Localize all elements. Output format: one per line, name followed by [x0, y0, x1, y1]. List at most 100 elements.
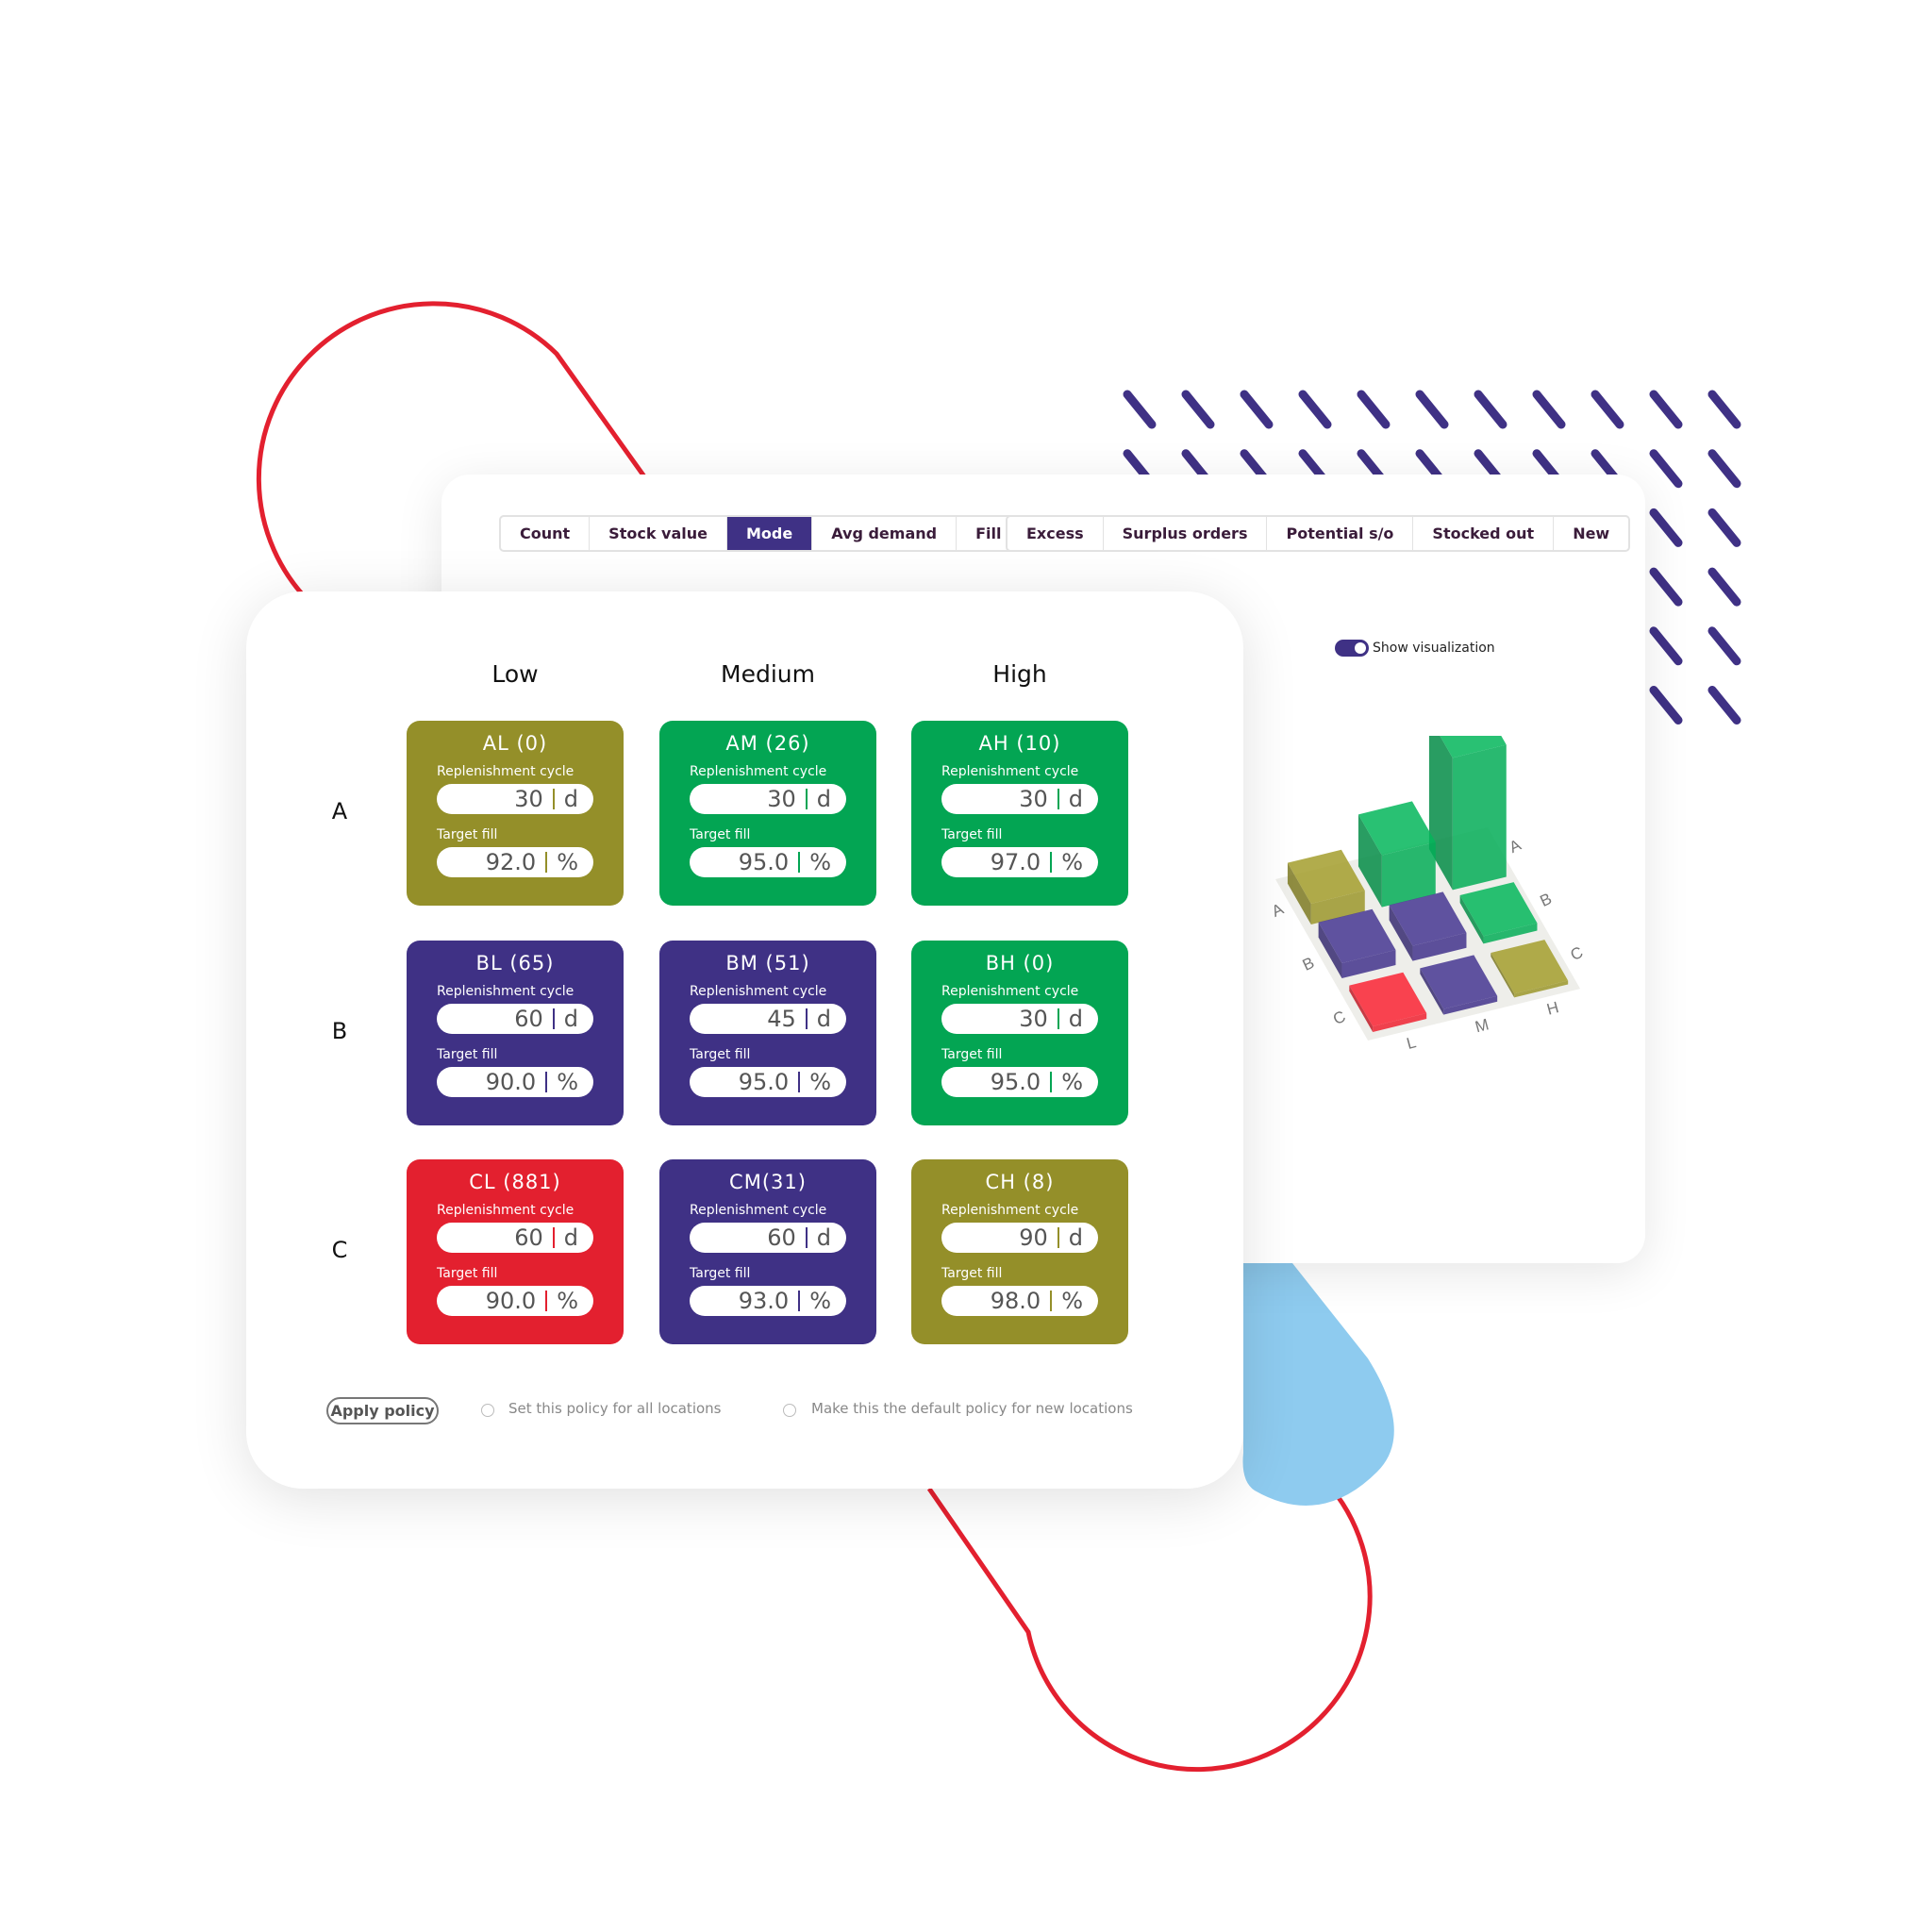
replenishment-cycle-value: 60 [767, 1224, 796, 1251]
column-header-high: High [992, 660, 1047, 688]
target-fill-label: Target fill [437, 1266, 498, 1281]
target-fill-input[interactable]: 95.0% [690, 1067, 846, 1097]
replenishment-cycle-value: 60 [514, 1224, 543, 1251]
column-header-medium: Medium [721, 660, 815, 688]
target-fill-input[interactable]: 93.0% [690, 1286, 846, 1316]
target-fill-input[interactable]: 92.0% [437, 847, 593, 877]
replenishment-cycle-label: Replenishment cycle [941, 984, 1079, 999]
unit-separator [1050, 1072, 1053, 1092]
cell-code: BM (51) [725, 952, 810, 974]
target-fill-label: Target fill [941, 1047, 1003, 1062]
target-fill-input[interactable]: 98.0% [941, 1286, 1098, 1316]
unit-separator [798, 1291, 801, 1311]
replenishment-cycle-unit: d [563, 786, 578, 812]
unit-separator [798, 852, 801, 873]
replenishment-cycle-input[interactable]: 60 d [690, 1223, 846, 1253]
unit-separator [552, 789, 555, 809]
replenishment-cycle-input[interactable]: 30 d [437, 784, 593, 814]
target-fill-value: 95.0 [990, 1069, 1041, 1095]
dash-mark [1649, 686, 1683, 724]
unit-separator [1050, 852, 1053, 873]
cell-code: CH (8) [985, 1171, 1055, 1193]
unit-separator [545, 1291, 548, 1311]
viz-row-label: C [1330, 1008, 1348, 1028]
show-visualization-toggle[interactable] [1335, 640, 1369, 657]
replenishment-cycle-input[interactable]: 30 d [941, 1004, 1098, 1034]
viz-col-label: M [1474, 1015, 1491, 1036]
replenishment-cycle-label: Replenishment cycle [690, 984, 827, 999]
dash-mark [1649, 508, 1683, 547]
cell-code: AH (10) [978, 732, 1061, 755]
apply-policy-button[interactable]: Apply policy [326, 1397, 439, 1424]
replenishment-cycle-value: 30 [1019, 786, 1048, 812]
target-fill-input[interactable]: 95.0% [941, 1067, 1098, 1097]
replenishment-cycle-input[interactable]: 45 d [690, 1004, 846, 1034]
all-locations-label: Set this policy for all locations [508, 1400, 722, 1417]
replenishment-cycle-value: 90 [1019, 1224, 1048, 1251]
tab-count[interactable]: Count [501, 517, 591, 550]
viz-col-label: H [1545, 998, 1561, 1019]
dash-mark [1298, 390, 1332, 429]
target-fill-input[interactable]: 90.0% [437, 1067, 593, 1097]
viz-row-label: B [1538, 890, 1555, 910]
row-header-b: B [331, 1018, 348, 1044]
tab-avg-demand[interactable]: Avg demand [812, 517, 958, 550]
target-fill-input[interactable]: 95.0% [690, 847, 846, 877]
target-fill-unit: % [809, 1069, 831, 1095]
replenishment-cycle-value: 60 [514, 1006, 543, 1032]
target-fill-label: Target fill [437, 1047, 498, 1062]
replenishment-cycle-label: Replenishment cycle [690, 1203, 827, 1218]
replenishment-cycle-input[interactable]: 60 d [437, 1004, 593, 1034]
target-fill-input[interactable]: 90.0% [437, 1286, 593, 1316]
policy-cell: CL (881) Replenishment cycle 60 d Target fil… [407, 1159, 624, 1344]
dash-mark [1649, 626, 1683, 666]
target-fill-unit: % [809, 1288, 831, 1314]
replenishment-cycle-input[interactable]: 30 d [941, 784, 1098, 814]
cell-code: CM(31) [729, 1171, 807, 1193]
show-visualization-label: Show visualization [1373, 641, 1495, 656]
viz-bar-front-face [1452, 744, 1507, 891]
cell-code: BH (0) [985, 952, 1055, 974]
target-fill-unit: % [1061, 1069, 1083, 1095]
replenishment-cycle-input[interactable]: 90 d [941, 1223, 1098, 1253]
target-fill-label: Target fill [437, 827, 498, 842]
unit-separator [552, 1008, 555, 1029]
cell-code: BL (65) [475, 952, 555, 974]
target-fill-value: 95.0 [738, 1069, 790, 1095]
policy-cell: CH (8) Replenishment cycle 90 d Target fill 9… [911, 1159, 1128, 1344]
dash-mark [1591, 390, 1624, 429]
dash-mark [1123, 390, 1157, 429]
tab-surplus-orders[interactable]: Surplus orders [1104, 517, 1268, 550]
replenishment-cycle-unit: d [563, 1224, 578, 1251]
dash-mark [1415, 390, 1449, 429]
target-fill-unit: % [1061, 1288, 1083, 1314]
unit-separator [805, 1227, 808, 1248]
target-fill-value: 95.0 [738, 849, 790, 875]
replenishment-cycle-input[interactable]: 60 d [437, 1223, 593, 1253]
policy-cell: AH (10) Replenishment cycle 30 d Target fill… [911, 721, 1128, 906]
dash-mark [1707, 508, 1741, 547]
replenishment-cycle-input[interactable]: 30 d [690, 784, 846, 814]
tab-potential-s-o[interactable]: Potential s/o [1267, 517, 1414, 550]
replenishment-cycle-value: 45 [767, 1006, 796, 1032]
target-fill-input[interactable]: 97.0% [941, 847, 1098, 877]
tab-excess[interactable]: Excess [1008, 517, 1104, 550]
dash-mark [1707, 686, 1741, 724]
tab-new[interactable]: New [1554, 517, 1628, 550]
target-fill-value: 98.0 [990, 1288, 1041, 1314]
tab-mode[interactable]: Mode [726, 517, 813, 550]
cell-code: AM (26) [725, 732, 810, 755]
dash-mark [1707, 626, 1741, 666]
tab-stocked-out[interactable]: Stocked out [1413, 517, 1555, 550]
target-fill-unit: % [1061, 849, 1083, 875]
unit-separator [805, 789, 808, 809]
default-policy-radio[interactable] [783, 1404, 796, 1417]
viz-row-label: B [1300, 954, 1317, 974]
policy-cell: AL (0) Replenishment cycle 30 d Target fill 9… [407, 721, 624, 906]
dash-mark [1707, 449, 1741, 489]
blue-drop-decoration [1242, 1263, 1394, 1506]
replenishment-cycle-unit: d [1068, 786, 1083, 812]
all-locations-radio[interactable] [481, 1404, 494, 1417]
tab-stock-value[interactable]: Stock value [590, 517, 727, 550]
target-fill-unit: % [557, 1288, 578, 1314]
